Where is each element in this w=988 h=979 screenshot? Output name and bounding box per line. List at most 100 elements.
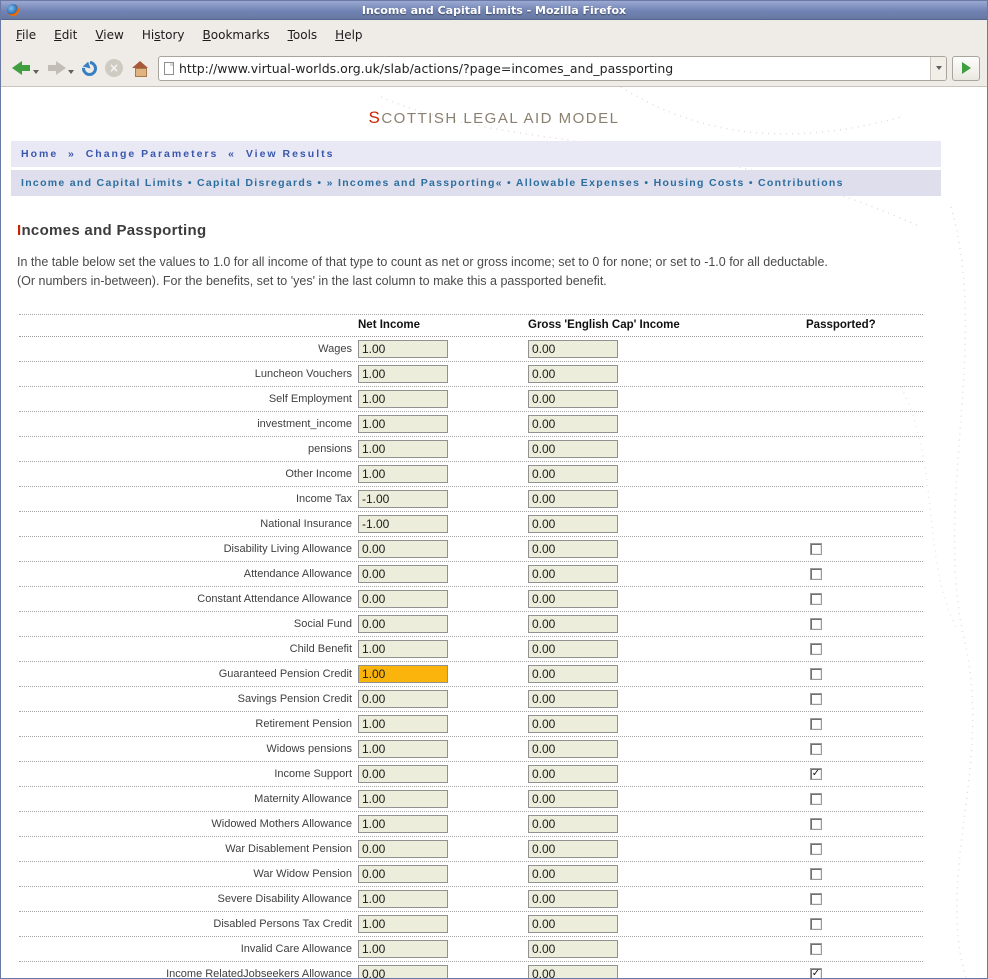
gross-income-input[interactable] <box>528 640 618 658</box>
gross-income-input[interactable] <box>528 540 618 558</box>
net-income-input[interactable] <box>358 615 448 633</box>
nav-link-home[interactable]: Home <box>21 148 58 160</box>
gross-income-input[interactable] <box>528 665 618 683</box>
net-income-input[interactable] <box>358 390 448 408</box>
nav-link-view-results[interactable]: View Results <box>246 148 335 160</box>
nav-link-income-and-capital-limits[interactable]: Income and Capital Limits <box>21 177 184 189</box>
net-income-input[interactable] <box>358 440 448 458</box>
passported-checkbox[interactable] <box>810 943 822 955</box>
title-bar[interactable]: Income and Capital Limits - Mozilla Fire… <box>1 1 987 20</box>
gross-income-input[interactable] <box>528 515 618 533</box>
net-income-input[interactable] <box>358 365 448 383</box>
row-label: War Widow Pension <box>19 868 358 880</box>
gross-income-input[interactable] <box>528 865 618 883</box>
net-income-input[interactable] <box>358 690 448 708</box>
url-input[interactable] <box>174 61 930 76</box>
gross-income-input[interactable] <box>528 490 618 508</box>
go-button[interactable] <box>952 56 980 81</box>
gross-income-input[interactable] <box>528 565 618 583</box>
passported-checkbox[interactable]: ✓ <box>810 768 822 780</box>
passported-checkbox[interactable] <box>810 818 822 830</box>
gross-income-input[interactable] <box>528 840 618 858</box>
net-income-input[interactable] <box>358 640 448 658</box>
net-income-input[interactable] <box>358 965 448 978</box>
passported-checkbox[interactable] <box>810 543 822 555</box>
gross-income-input[interactable] <box>528 465 618 483</box>
passported-checkbox[interactable] <box>810 743 822 755</box>
table-row: Maternity Allowance <box>19 787 923 812</box>
url-bar[interactable] <box>158 56 947 81</box>
gross-income-input[interactable] <box>528 815 618 833</box>
net-income-input[interactable] <box>358 590 448 608</box>
gross-income-input[interactable] <box>528 965 618 978</box>
passported-checkbox[interactable] <box>810 693 822 705</box>
nav-link-housing-costs[interactable]: Housing Costs <box>654 177 745 189</box>
passported-checkbox[interactable] <box>810 868 822 880</box>
menu-history[interactable]: History <box>133 23 194 47</box>
net-income-input[interactable] <box>358 940 448 958</box>
passported-checkbox[interactable]: ✓ <box>810 968 822 978</box>
nav-link-change-parameters[interactable]: Change Parameters <box>86 148 219 160</box>
net-income-input[interactable] <box>358 415 448 433</box>
net-income-input[interactable] <box>358 790 448 808</box>
gross-income-input[interactable] <box>528 765 618 783</box>
gross-income-input[interactable] <box>528 715 618 733</box>
gross-income-input[interactable] <box>528 440 618 458</box>
gross-income-input[interactable] <box>528 340 618 358</box>
nav-link-contributions[interactable]: Contributions <box>758 177 844 189</box>
stop-button[interactable]: × <box>101 53 127 83</box>
back-button[interactable] <box>8 53 43 83</box>
gross-income-input[interactable] <box>528 690 618 708</box>
url-dropdown-button[interactable] <box>930 57 946 80</box>
forward-button[interactable] <box>43 53 78 83</box>
net-income-input[interactable] <box>358 490 448 508</box>
passported-checkbox[interactable] <box>810 918 822 930</box>
gross-income-input[interactable] <box>528 415 618 433</box>
net-income-input[interactable] <box>358 765 448 783</box>
gross-income-input[interactable] <box>528 615 618 633</box>
gross-income-input[interactable] <box>528 790 618 808</box>
menu-file[interactable]: File <box>7 23 45 47</box>
passported-checkbox[interactable] <box>810 618 822 630</box>
passported-checkbox[interactable] <box>810 718 822 730</box>
gross-income-input[interactable] <box>528 890 618 908</box>
back-dropdown-icon[interactable] <box>33 70 39 74</box>
passported-checkbox[interactable] <box>810 793 822 805</box>
gross-income-input[interactable] <box>528 940 618 958</box>
net-income-input[interactable] <box>358 915 448 933</box>
net-income-input[interactable] <box>358 865 448 883</box>
menu-help[interactable]: Help <box>326 23 371 47</box>
menu-bookmarks[interactable]: Bookmarks <box>194 23 279 47</box>
menu-tools[interactable]: Tools <box>279 23 327 47</box>
gross-income-input[interactable] <box>528 915 618 933</box>
net-income-input[interactable] <box>358 515 448 533</box>
nav-link-capital-disregards[interactable]: Capital Disregards <box>197 177 313 189</box>
menu-view[interactable]: View <box>86 23 132 47</box>
net-income-input[interactable] <box>358 565 448 583</box>
forward-dropdown-icon[interactable] <box>68 70 74 74</box>
net-income-input[interactable] <box>358 665 448 683</box>
reload-button[interactable] <box>78 53 101 83</box>
passported-checkbox[interactable] <box>810 568 822 580</box>
net-income-input[interactable] <box>358 540 448 558</box>
net-income-input[interactable] <box>358 715 448 733</box>
home-button[interactable] <box>127 53 153 83</box>
passported-checkbox[interactable] <box>810 668 822 680</box>
gross-income-input[interactable] <box>528 365 618 383</box>
passported-checkbox[interactable] <box>810 593 822 605</box>
net-income-input[interactable] <box>358 340 448 358</box>
menu-edit[interactable]: Edit <box>45 23 86 47</box>
nav-link-allowable-expenses[interactable]: Allowable Expenses <box>516 177 640 189</box>
net-income-input[interactable] <box>358 815 448 833</box>
gross-income-input[interactable] <box>528 390 618 408</box>
net-income-input[interactable] <box>358 465 448 483</box>
net-income-input[interactable] <box>358 840 448 858</box>
passported-checkbox[interactable] <box>810 893 822 905</box>
nav-link-incomes-and-passporting[interactable]: » Incomes and Passporting« <box>327 177 503 189</box>
gross-income-input[interactable] <box>528 590 618 608</box>
gross-income-input[interactable] <box>528 740 618 758</box>
net-income-input[interactable] <box>358 740 448 758</box>
passported-checkbox[interactable] <box>810 843 822 855</box>
net-income-input[interactable] <box>358 890 448 908</box>
passported-checkbox[interactable] <box>810 643 822 655</box>
